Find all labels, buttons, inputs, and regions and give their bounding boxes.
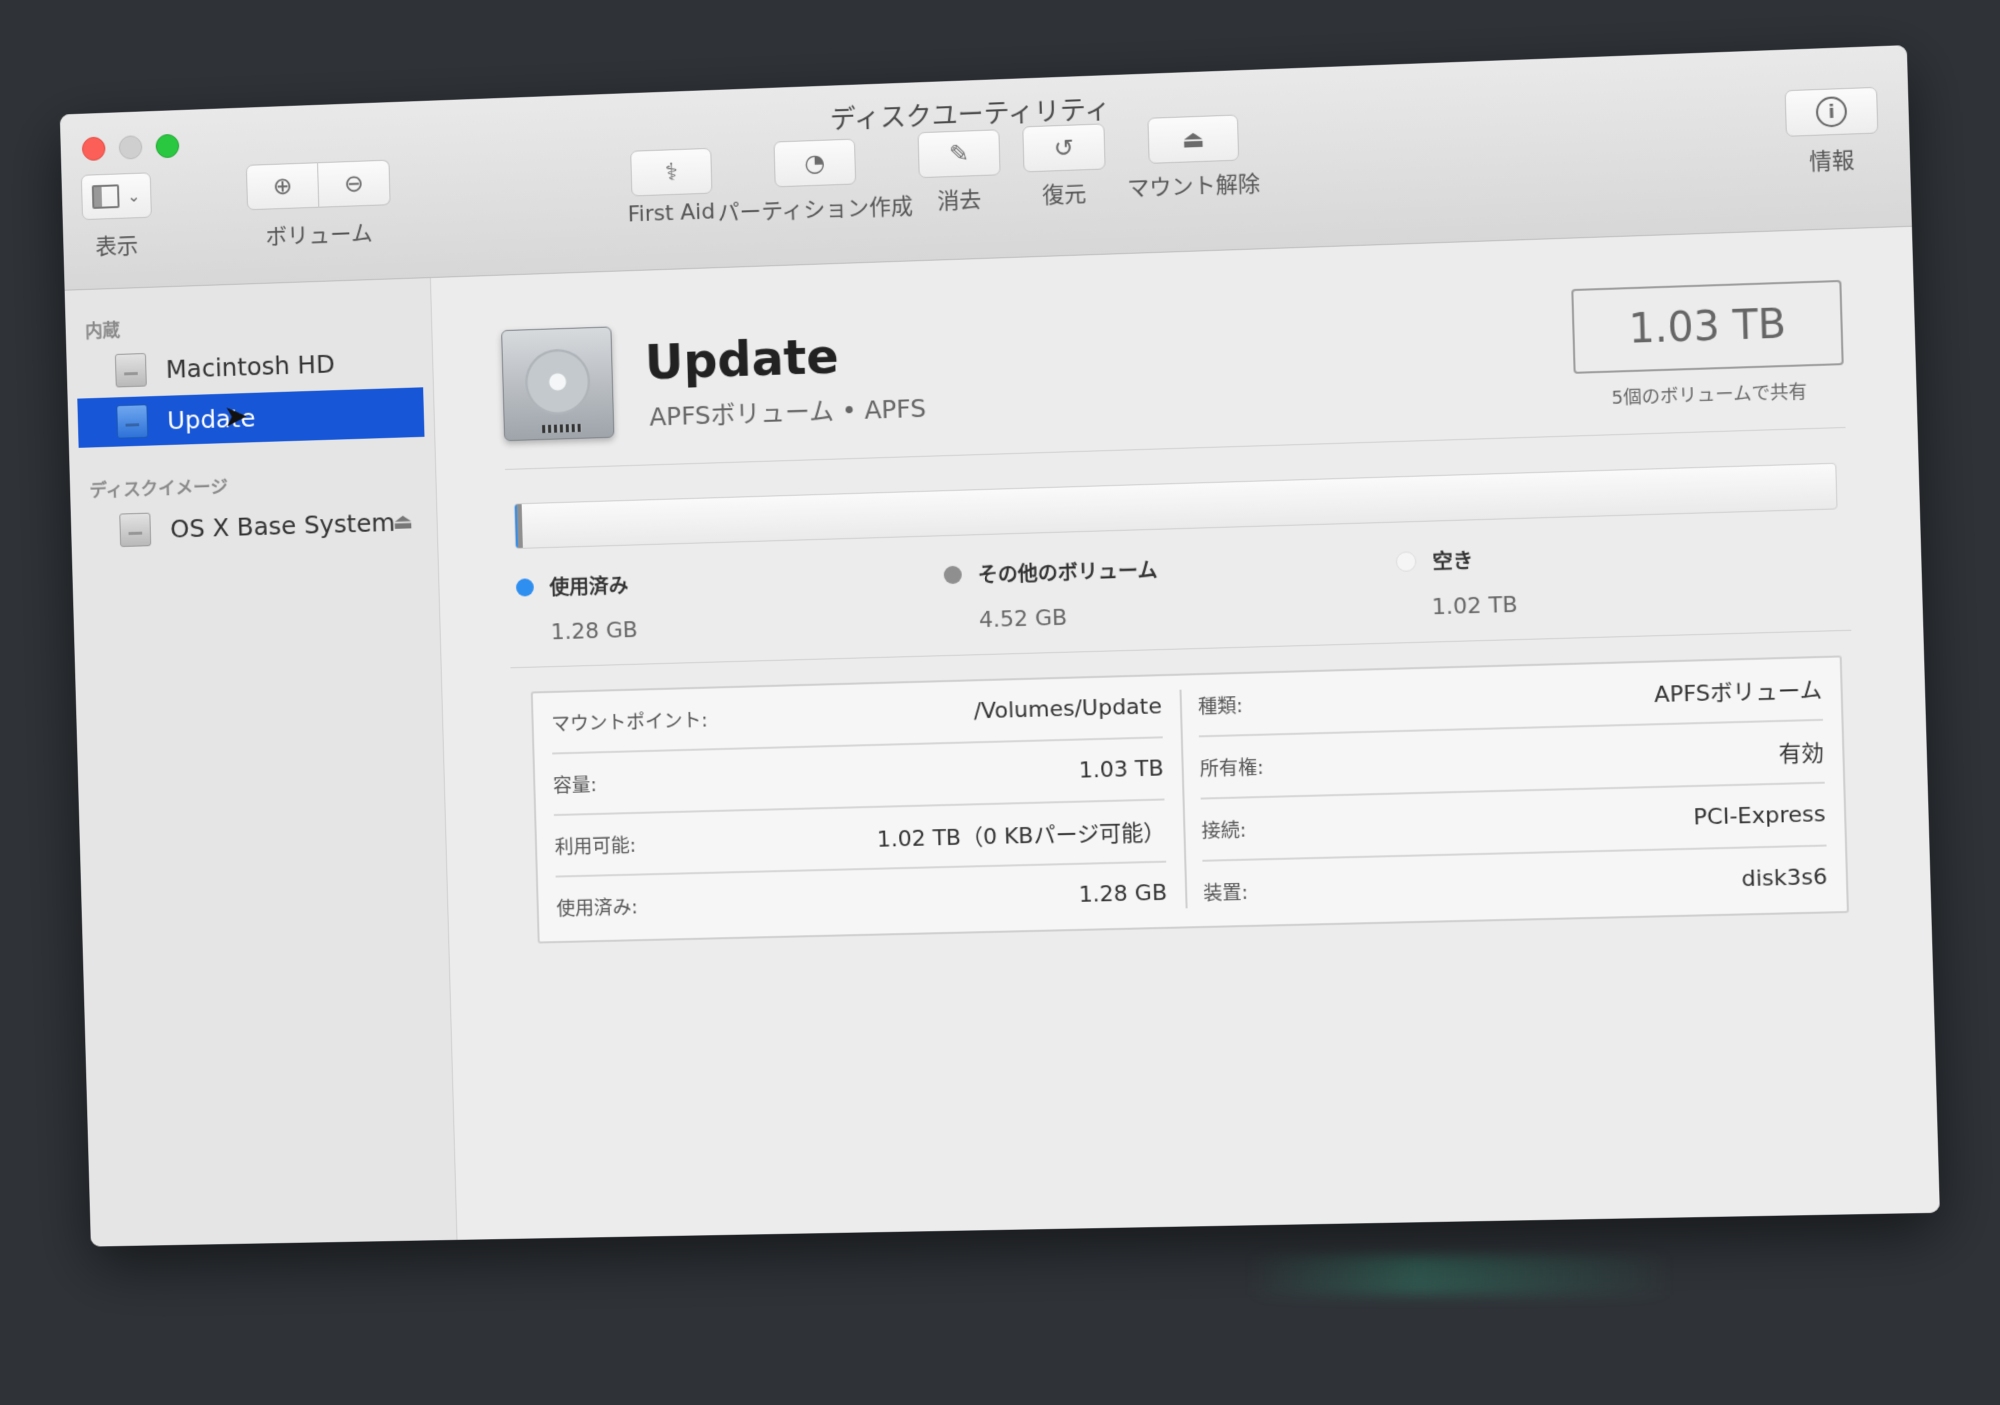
remove-volume-icon: ⊖ [343,169,365,198]
info-key: 種類: [1197,694,1244,718]
volume-button-group: ⊕ ⊖ [245,159,391,211]
restore-arrow-icon: ↺ [1053,133,1075,163]
info-icon: i [1815,96,1848,128]
sidebar-item-macintosh-hd[interactable]: Macintosh HD [76,336,423,397]
disk-utility-window: ディスクユーティリティ ⌄ 表示 ⊕ ⊖ ボリューム ⚕ First Aid ◔ [59,45,1940,1247]
disk-image-icon [119,512,152,548]
divider [504,426,1846,470]
sidebar-item-label: OS X Base System [169,507,396,544]
chevron-down-icon: ⌄ [127,186,141,206]
legend-other-label: その他のボリューム [977,557,1158,588]
unmount-button[interactable]: ⏏ [1147,114,1240,164]
usage-bar [513,462,1838,550]
mouse-pointer-icon: ➤ [223,398,249,435]
view-label: 表示 [95,233,139,261]
legend-used: 使用済み 1.28 GB [515,569,639,646]
info-column-left: マウントポイント: /Volumes/Update 容量: 1.03 TB 利用… [533,676,1186,942]
volume-name: Update [644,328,840,391]
volume-icon [116,404,149,439]
hard-drive-icon [501,326,615,442]
view-button[interactable]: ⌄ [80,172,152,221]
pencil-icon: ✎ [948,139,970,169]
eject-icon[interactable]: ⏏ [392,509,413,534]
info-value: APFSボリューム [1653,678,1823,709]
info-value: /Volumes/Update [973,693,1163,724]
first-aid-label: First Aid [627,199,716,228]
pie-chart-icon: ◔ [804,148,826,178]
erase-label: 消去 [937,187,982,215]
remove-volume-button[interactable]: ⊖ [318,159,391,208]
info-key: 装置: [1202,881,1249,905]
info-value: disk3s6 [1741,864,1828,892]
capacity-box: 1.03 TB [1571,279,1844,374]
restore-label: 復元 [1041,182,1087,209]
volume-subtitle: APFSボリューム • APFS [649,393,927,432]
sidebar-header-disk-images: ディスクイメージ [89,476,229,502]
unmount-icon: ⏏ [1181,124,1206,154]
info-column-right: 種類: APFSボリューム 所有権: 有効 接続: PCI-Express 装置… [1179,657,1847,926]
disk-icon [114,352,147,388]
sidebar-toggle-icon [92,184,120,209]
volume-label: ボリューム [265,221,373,251]
sidebar-item-label: Macintosh HD [165,349,336,384]
info-key: 利用可能: [554,834,637,859]
info-value: 1.28 GB [1078,880,1168,908]
info-key: 接続: [1201,819,1247,843]
first-aid-button[interactable]: ⚕ [630,147,713,197]
stethoscope-icon: ⚕ [664,158,679,187]
info-label: 情報 [1808,148,1855,176]
sidebar-item-update[interactable]: Update ➤ [77,387,425,448]
info-button[interactable]: i [1784,86,1879,137]
background-glare [1250,1255,1670,1295]
legend-used-dot [515,577,535,597]
add-volume-icon: ⊕ [272,172,293,201]
legend-used-value: 1.28 GB [550,617,639,646]
info-key: 使用済み: [556,895,639,920]
info-table: マウントポイント: /Volumes/Update 容量: 1.03 TB 利用… [530,655,1849,944]
capacity-shared-note: 5個のボリュームで共有 [1611,381,1808,410]
partition-label: パーティション作成 [717,194,914,227]
main-panel: Update APFSボリューム • APFS 1.03 TB 5個のボリューム… [430,226,1940,1240]
legend-other-volumes: その他のボリューム 4.52 GB [943,554,1159,634]
sidebar-item-os-x-base-system[interactable]: OS X Base System ⏏ [80,496,427,556]
legend-other-dot [943,565,963,584]
info-value: 1.02 TB（0 KBパージ可能） [876,820,1166,853]
legend-other-value: 4.52 GB [978,605,1068,634]
info-value: PCI-Express [1693,801,1826,831]
info-key: 所有権: [1199,756,1264,781]
restore-button[interactable]: ↺ [1022,123,1106,173]
add-volume-button[interactable]: ⊕ [245,162,320,211]
sidebar: 内蔵 Macintosh HD Update ➤ ディスクイメージ OS X B… [64,278,458,1247]
info-key: マウントポイント: [551,709,708,736]
info-value: 1.03 TB [1078,755,1164,784]
usage-bar-other [516,504,524,548]
legend-free-label: 空き [1432,548,1474,574]
info-key: 容量: [552,773,598,797]
partition-button[interactable]: ◔ [773,138,857,188]
legend-free-value: 1.02 TB [1431,592,1518,621]
sidebar-header-internal: 内蔵 [84,320,121,343]
info-value: 有効 [1778,741,1825,768]
legend-used-label: 使用済み [549,573,629,600]
unmount-label: マウント解除 [1126,171,1261,202]
legend-free-dot [1395,550,1417,572]
erase-button[interactable]: ✎ [917,129,1001,179]
legend-free: 空き 1.02 TB [1395,543,1518,621]
